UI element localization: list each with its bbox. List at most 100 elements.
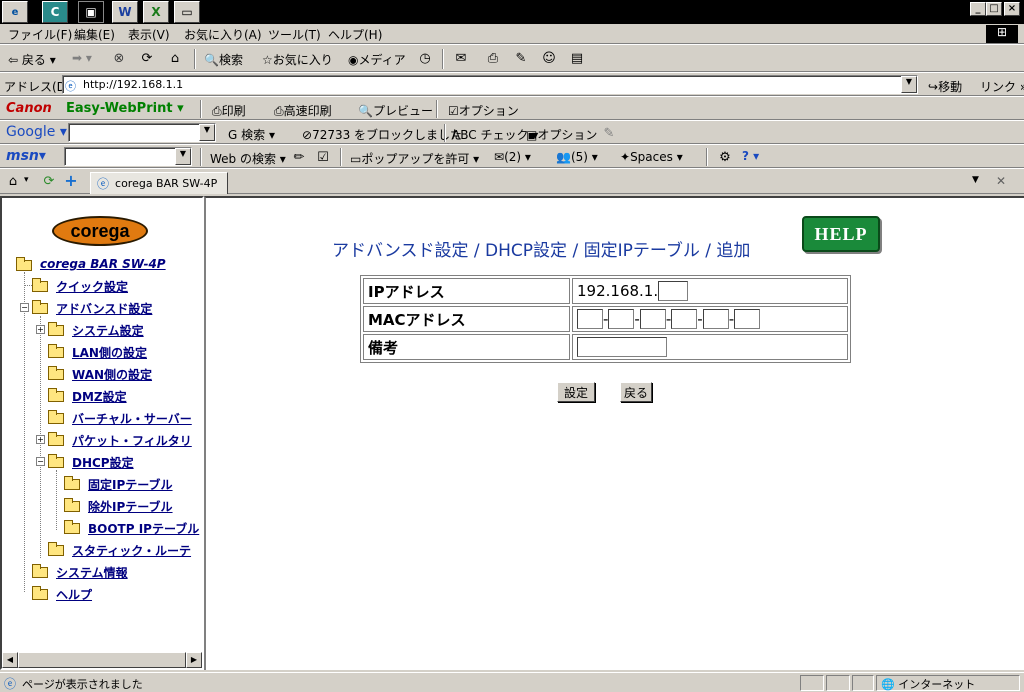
spaces-button[interactable]: ✦Spaces ▾ xyxy=(620,150,683,164)
new-tab-icon[interactable]: + xyxy=(62,171,80,190)
tab-refresh-icon[interactable]: ⟳ xyxy=(40,172,58,190)
print-button[interactable]: ⎙印刷 xyxy=(212,102,246,119)
msn-help-icon[interactable]: ? ▾ xyxy=(742,149,759,163)
maximize-button[interactable]: □ xyxy=(986,2,1002,16)
web-search-button[interactable]: Web の検索 ▾ xyxy=(210,150,286,167)
tab-list-arrow-icon[interactable]: ▼ xyxy=(972,175,979,185)
tree-item-bootp[interactable]: BOOTP IPテーブル xyxy=(88,520,199,537)
favorites-button[interactable]: ☆お気に入り xyxy=(262,51,333,68)
refresh-icon[interactable]: ⟳ xyxy=(138,49,156,67)
mac-octet-3-input[interactable] xyxy=(639,309,666,329)
allow-popup-button[interactable]: ▭ポップアップを許可 ▾ xyxy=(350,150,479,167)
form-fill-icon[interactable]: ☑ xyxy=(314,148,332,166)
tab-close-icon[interactable]: ✕ xyxy=(996,174,1006,188)
tree-item-advanced[interactable]: アドバンスド設定 xyxy=(56,300,152,317)
ip-last-octet-input[interactable] xyxy=(658,281,689,301)
home-icon[interactable]: ⌂ xyxy=(166,49,184,67)
fast-print-button[interactable]: ⎙高速印刷 xyxy=(274,102,332,119)
excel-icon[interactable]: X xyxy=(143,1,169,23)
horizontal-scrollbar[interactable]: ◀ ▶ xyxy=(2,652,202,668)
collapse-icon[interactable]: − xyxy=(20,303,29,312)
tree-item-lan[interactable]: LAN側の設定 xyxy=(72,344,147,361)
expand-icon[interactable]: + xyxy=(36,325,45,334)
tree-item-fixed-ip[interactable]: 固定IPテーブル xyxy=(88,476,173,493)
tree-item-quick-setup[interactable]: クイック設定 xyxy=(56,278,128,295)
tree-item-dhcp[interactable]: DHCP設定 xyxy=(72,454,134,471)
messenger-icon[interactable]: ☺ xyxy=(540,49,558,67)
help-button[interactable]: HELP xyxy=(802,216,880,252)
tree-item-static-route[interactable]: スタティック・ルーテ xyxy=(72,542,191,559)
google-dropdown[interactable]: ▼ xyxy=(199,124,215,141)
tree-item-virtual-server[interactable]: バーチャル・サーバー xyxy=(72,410,192,427)
expand-icon[interactable]: + xyxy=(36,435,45,444)
note-input[interactable] xyxy=(577,337,667,357)
set-button[interactable]: 設定 xyxy=(557,382,595,402)
back-form-button[interactable]: 戻る xyxy=(620,382,652,402)
menu-tools[interactable]: ツール(T) xyxy=(268,26,321,43)
media-button[interactable]: ◉メディア xyxy=(348,51,406,68)
tree-item-system-settings[interactable]: システム設定 xyxy=(72,322,144,339)
mac-octet-4-input[interactable] xyxy=(671,309,698,329)
stop-icon[interactable]: ⊗ xyxy=(110,49,128,67)
address-dropdown[interactable]: ▼ xyxy=(901,76,917,93)
google-logo[interactable]: Google ▾ xyxy=(6,124,67,140)
msn-mail-button[interactable]: ✉(2) ▾ xyxy=(494,150,531,164)
google-search-input[interactable]: ▼ xyxy=(68,123,216,142)
print-icon[interactable]: ⎙ xyxy=(484,49,502,67)
menu-edit[interactable]: 編集(E) xyxy=(74,26,115,43)
tree-item-packet-filter[interactable]: パケット・フィルタリ xyxy=(72,432,192,449)
history-icon[interactable]: ◷ xyxy=(416,49,434,67)
go-button[interactable]: ↪移動 xyxy=(928,78,962,95)
ie-quicklaunch-icon[interactable]: e xyxy=(2,1,28,23)
mail-icon[interactable]: ✉ xyxy=(452,49,470,67)
menu-favorites[interactable]: お気に入り(A) xyxy=(184,26,262,43)
tab-menu-arrow-icon[interactable]: ▾ xyxy=(24,175,29,185)
toolbar-options-icon[interactable]: ⚙ xyxy=(716,148,734,166)
google-search-button[interactable]: G 検索 ▾ xyxy=(228,126,275,143)
tree-root[interactable]: corega BAR SW-4P xyxy=(40,257,166,271)
links-button[interactable]: リンク » xyxy=(980,78,1024,95)
mac-octet-1-input[interactable] xyxy=(577,309,603,329)
preview-button[interactable]: 🔍プレビュー xyxy=(358,102,433,119)
scroll-thumb[interactable] xyxy=(18,652,186,668)
back-button[interactable]: ⇦ 戻る ▾ xyxy=(8,51,56,68)
close-button[interactable]: × xyxy=(1004,2,1020,16)
mac-octet-2-input[interactable] xyxy=(608,309,635,329)
tree-item-wan[interactable]: WAN側の設定 xyxy=(72,366,152,383)
forward-button[interactable]: ➡ ▾ xyxy=(72,51,92,65)
mac-octet-6-input[interactable] xyxy=(734,309,761,329)
easy-webprint-menu[interactable]: Easy-WebPrint ▾ xyxy=(66,101,184,116)
tab-active[interactable]: ⓔ corega BAR SW-4P xyxy=(90,172,228,194)
collapse-icon[interactable]: − xyxy=(36,457,45,466)
menu-view[interactable]: 表示(V) xyxy=(128,26,170,43)
msn-logo[interactable]: msn▾ xyxy=(6,148,46,164)
address-input[interactable]: ⓔ http://192.168.1.1 ▼ xyxy=(62,75,918,94)
msn-dropdown[interactable]: ▼ xyxy=(175,148,191,165)
edit-icon[interactable]: ✎ xyxy=(512,49,530,67)
tree-item-system-info[interactable]: システム情報 xyxy=(56,564,128,581)
app-icon[interactable]: ▣ xyxy=(78,1,104,23)
tree-item-help[interactable]: ヘルプ xyxy=(56,586,92,603)
highlight-icon[interactable]: ✎ xyxy=(600,124,618,142)
google-options-button[interactable]: ▣オプション xyxy=(526,126,597,143)
google-options-label: オプション xyxy=(537,128,598,142)
menu-help[interactable]: ヘルプ(H) xyxy=(328,26,382,43)
search-button[interactable]: 🔍検索 xyxy=(204,51,243,68)
scroll-left-icon[interactable]: ◀ xyxy=(2,652,18,668)
popup-blocker-button[interactable]: ⊘72733 をブロックしました xyxy=(302,126,462,143)
highlighter-icon[interactable]: ✏ xyxy=(290,148,308,166)
msn-contacts-button[interactable]: 👥(5) ▾ xyxy=(556,150,598,164)
desktop-icon[interactable]: C xyxy=(42,1,68,23)
msn-search-input[interactable]: ▼ xyxy=(64,147,192,166)
tree-item-excluded-ip[interactable]: 除外IPテーブル xyxy=(88,498,173,515)
scroll-right-icon[interactable]: ▶ xyxy=(186,652,202,668)
folder-icon[interactable]: ▭ xyxy=(174,1,200,23)
mac-octet-5-input[interactable] xyxy=(702,309,729,329)
tab-home-icon[interactable]: ⌂ xyxy=(4,172,22,190)
tree-item-dmz[interactable]: DMZ設定 xyxy=(72,388,127,405)
notes-icon[interactable]: ▤ xyxy=(568,49,586,67)
minimize-button[interactable]: _ xyxy=(970,2,986,16)
menu-file[interactable]: ファイル(F) xyxy=(8,26,72,43)
canon-options-button[interactable]: ☑オプション xyxy=(448,102,519,119)
word-icon[interactable]: W xyxy=(112,1,138,23)
